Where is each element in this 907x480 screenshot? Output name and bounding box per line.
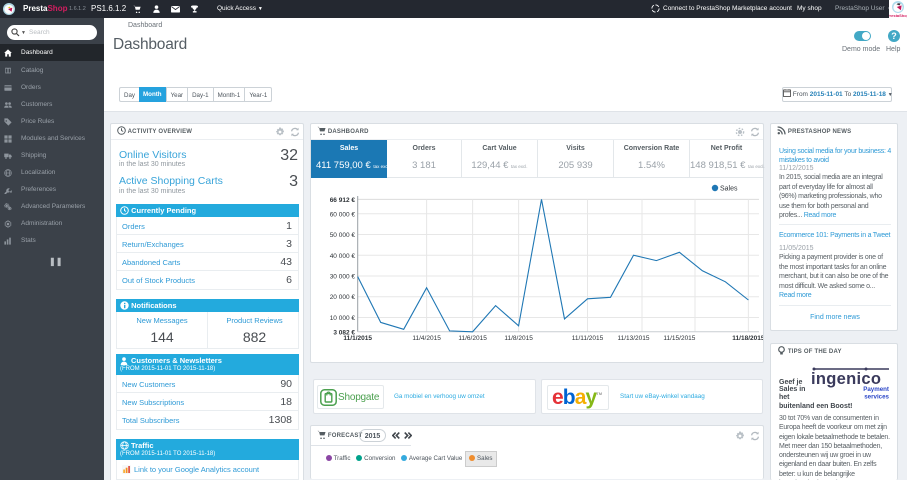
svg-text:11/11/2015: 11/11/2015 — [572, 335, 604, 342]
svg-text:11/4/2015: 11/4/2015 — [412, 335, 441, 342]
svg-text:11/13/2015: 11/13/2015 — [617, 335, 649, 342]
svg-text:Payment: Payment — [863, 386, 889, 393]
svg-text:60 000 €: 60 000 € — [330, 211, 356, 218]
svg-text:20 000 €: 20 000 € — [330, 294, 356, 301]
svg-text:11/6/2015: 11/6/2015 — [458, 335, 487, 342]
svg-text:66 912 €: 66 912 € — [330, 197, 356, 204]
svg-text:11/15/2015: 11/15/2015 — [663, 335, 695, 342]
svg-text:11/1/2015: 11/1/2015 — [343, 335, 372, 342]
svg-text:40 000 €: 40 000 € — [330, 253, 356, 260]
svg-text:30 000 €: 30 000 € — [330, 274, 356, 281]
svg-text:11/18/2015: 11/18/2015 — [732, 335, 763, 342]
svg-text:PrestaShop: PrestaShop — [889, 13, 907, 18]
svg-text:50 000 €: 50 000 € — [330, 232, 356, 239]
svg-text:Sales: Sales — [720, 186, 738, 193]
svg-text:11/8/2015: 11/8/2015 — [504, 335, 533, 342]
svg-text:services: services — [864, 394, 889, 401]
svg-text:10 000 €: 10 000 € — [330, 315, 356, 322]
